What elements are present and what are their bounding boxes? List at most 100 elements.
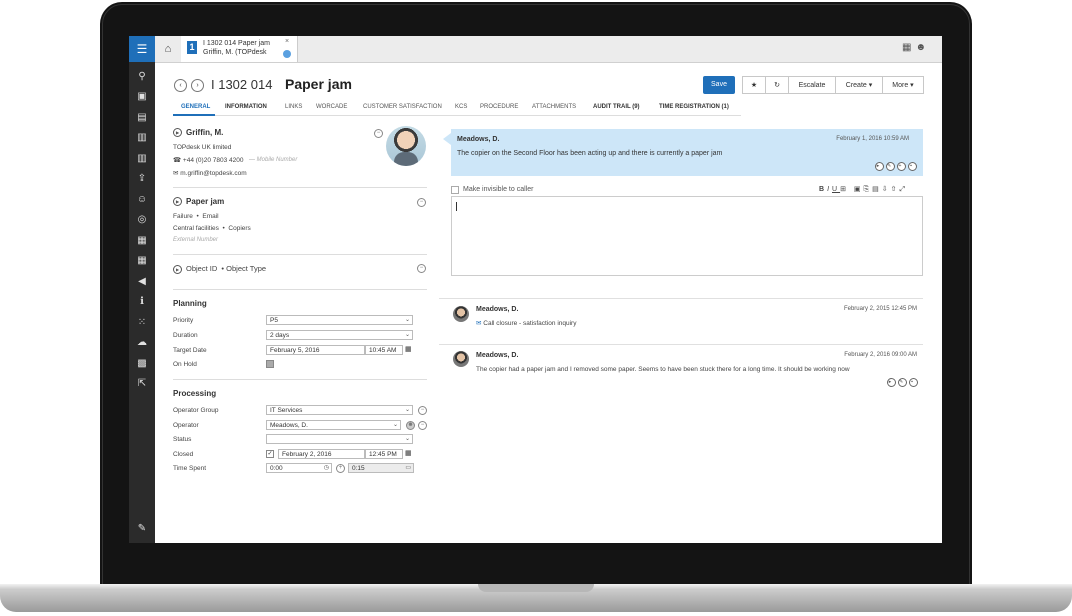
- pin-icon[interactable]: [283, 50, 291, 58]
- duration-select[interactable]: 2 days ⌄: [266, 330, 413, 340]
- email-icon: ✉: [173, 170, 179, 177]
- request-title[interactable]: ▶ Paper jam: [173, 197, 224, 207]
- remove-operator-icon[interactable]: −: [418, 421, 427, 430]
- people-icon[interactable]: ☺: [135, 192, 149, 206]
- caller-name[interactable]: ▶ Griffin, M.: [173, 128, 223, 138]
- collapse-icon[interactable]: −: [417, 264, 426, 273]
- tab-general[interactable]: GENERAL: [181, 104, 210, 110]
- tab-time-registration[interactable]: TIME REGISTRATION (1): [659, 104, 729, 110]
- tab-kcs[interactable]: KCS: [455, 104, 467, 110]
- planning-title: Planning: [173, 299, 207, 308]
- tab-customer-satisfaction[interactable]: CUSTOMER SATISFACTION: [363, 104, 442, 110]
- tab-title: I 1302 014 Paper jam: [203, 40, 270, 47]
- collapse-icon[interactable]: −: [374, 129, 383, 138]
- edit-icon: ✎: [898, 378, 907, 387]
- edit-icon[interactable]: ✎: [135, 521, 149, 535]
- menu-icon[interactable]: ☰: [129, 36, 155, 62]
- tab-worcade[interactable]: WORCADE: [316, 104, 347, 110]
- person-icon[interactable]: ☻: [406, 421, 415, 430]
- strike-icon: ⊞: [840, 186, 849, 193]
- external-number[interactable]: External Number: [173, 237, 218, 243]
- entry-author: Meadows, D.: [476, 306, 519, 313]
- refresh-button[interactable]: ↻: [765, 76, 789, 94]
- caller-email[interactable]: ✉ m.griffin@topdesk.com: [173, 169, 247, 177]
- upload-icon[interactable]: ⇪: [135, 171, 149, 185]
- memo-editor[interactable]: [451, 196, 923, 276]
- close-icon[interactable]: ×: [285, 38, 289, 45]
- target-date-input[interactable]: February 5, 2016: [266, 345, 365, 355]
- invisible-label: Make invisible to caller: [463, 186, 534, 193]
- tab-attachments[interactable]: ATTACHMENTS: [532, 104, 576, 110]
- create-button[interactable]: Create ▾: [835, 76, 883, 94]
- forward-icon: ▸: [887, 378, 896, 387]
- save-button[interactable]: Save: [703, 76, 735, 94]
- caller-company: TOPdesk UK limited: [173, 144, 232, 151]
- first-line-icon[interactable]: ▥: [135, 130, 149, 144]
- escalate-button[interactable]: Escalate: [788, 76, 836, 94]
- message-date: February 1, 2016 10:59 AM: [836, 136, 909, 142]
- calendar-icon[interactable]: ▦: [135, 233, 149, 247]
- closed-date-input[interactable]: February 2, 2016: [278, 449, 365, 459]
- closed-time-input[interactable]: 12:45 PM: [365, 449, 403, 459]
- calendar-icon[interactable]: ▦: [405, 449, 412, 457]
- target-date-label: Target Date: [173, 347, 207, 354]
- add-icon: +: [897, 162, 906, 171]
- card-number: I 1302 014: [211, 77, 273, 92]
- expand-icon: ▶: [173, 264, 182, 274]
- remove-group-icon[interactable]: −: [418, 406, 427, 415]
- forward-button[interactable]: ›: [191, 79, 204, 92]
- operator-group-select[interactable]: IT Services ⌄: [266, 405, 413, 415]
- open-card-tab[interactable]: 1 I 1302 014 Paper jam Griffin, M. (TOPd…: [181, 36, 298, 62]
- priority-select[interactable]: P5 ⌄: [266, 315, 413, 325]
- message-author: Meadows, D.: [457, 136, 500, 143]
- search-icon[interactable]: ⚲: [135, 69, 149, 83]
- time-spent-input[interactable]: 0:00 ◷: [266, 463, 332, 473]
- export-icon[interactable]: ⇱: [135, 376, 149, 390]
- operator-select[interactable]: Meadows, D. ⌄: [266, 420, 401, 430]
- message-actions[interactable]: ▸ ✎ + ▪: [873, 162, 917, 171]
- entry-actions[interactable]: ▸ ✎ ▪: [885, 378, 918, 387]
- chevron-down-icon: ⌄: [404, 407, 410, 413]
- star-button[interactable]: ★: [742, 76, 766, 94]
- invisible-checkbox[interactable]: [451, 186, 459, 194]
- contact-card-icon[interactable]: ▤: [135, 110, 149, 124]
- chevron-down-icon: ⌄: [404, 332, 410, 338]
- home-icon[interactable]: ⌂: [155, 36, 181, 62]
- back-button[interactable]: ‹: [174, 79, 187, 92]
- apps-icon[interactable]: ⁙: [135, 315, 149, 329]
- on-hold-checkbox[interactable]: [266, 360, 274, 368]
- clapper-icon[interactable]: ▩: [135, 356, 149, 370]
- entry-text: ✉ Call closure - satisfaction inquiry: [476, 320, 577, 327]
- tab-procedure[interactable]: PROCEDURE: [480, 104, 518, 110]
- tab-links[interactable]: LINKS: [285, 104, 302, 110]
- more-button[interactable]: More ▾: [882, 76, 924, 94]
- entry-text: The copier had a paper jam and I removed…: [476, 366, 850, 373]
- clipboard-icon[interactable]: ▣: [135, 89, 149, 103]
- info-icon[interactable]: ℹ: [135, 294, 149, 308]
- delete-icon: ▪: [908, 162, 917, 171]
- target-time-input[interactable]: 10:45 AM: [365, 345, 403, 355]
- target-icon[interactable]: ◎: [135, 212, 149, 226]
- closed-checkbox[interactable]: ✓: [266, 450, 274, 458]
- second-line-icon[interactable]: ▥: [135, 151, 149, 165]
- add-time-icon[interactable]: +: [336, 464, 345, 473]
- upload-icon: ⇧: [890, 186, 900, 193]
- tab-information[interactable]: INFORMATION: [225, 104, 267, 110]
- card-tabs: GENERAL INFORMATION LINKS WORCADE CUSTOM…: [173, 102, 741, 116]
- calendar-icon[interactable]: ▦: [405, 345, 412, 353]
- chevron-down-icon: ⌄: [392, 422, 398, 428]
- status-select[interactable]: ⌄: [266, 434, 413, 444]
- calendar-grid-icon[interactable]: ▦: [135, 253, 149, 267]
- clipboard-icon: ▤: [872, 186, 882, 193]
- operator-label: Operator: [173, 422, 199, 429]
- cloud-icon[interactable]: ☁: [135, 335, 149, 349]
- mobile-number-placeholder[interactable]: — Mobile Number: [249, 157, 297, 163]
- download-icon: ⇩: [881, 186, 891, 193]
- underline-icon: U: [832, 186, 841, 193]
- user-settings-icons[interactable]: ▦☻: [902, 42, 930, 53]
- object-row[interactable]: ▶ Object ID • Object Type: [173, 264, 266, 274]
- editor-toolbar[interactable]: BIU⊞ ▣⎘▤⇩⇧⤢: [819, 185, 908, 194]
- tab-audit-trail[interactable]: AUDIT TRAIL (9): [593, 104, 640, 110]
- collapse-icon[interactable]: −: [417, 198, 426, 207]
- megaphone-icon[interactable]: ◀: [135, 274, 149, 288]
